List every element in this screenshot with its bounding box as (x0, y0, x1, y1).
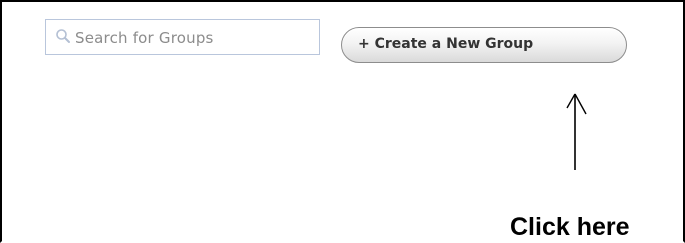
create-group-button-label: + Create a New Group (358, 36, 534, 52)
search-icon (56, 29, 70, 43)
create-group-button[interactable]: + Create a New Group (341, 27, 627, 63)
search-input[interactable]: Search for Groups (45, 19, 320, 55)
search-placeholder: Search for Groups (75, 29, 214, 47)
click-here-annotation: Click here (510, 213, 630, 241)
arrow-up-icon (566, 93, 587, 170)
